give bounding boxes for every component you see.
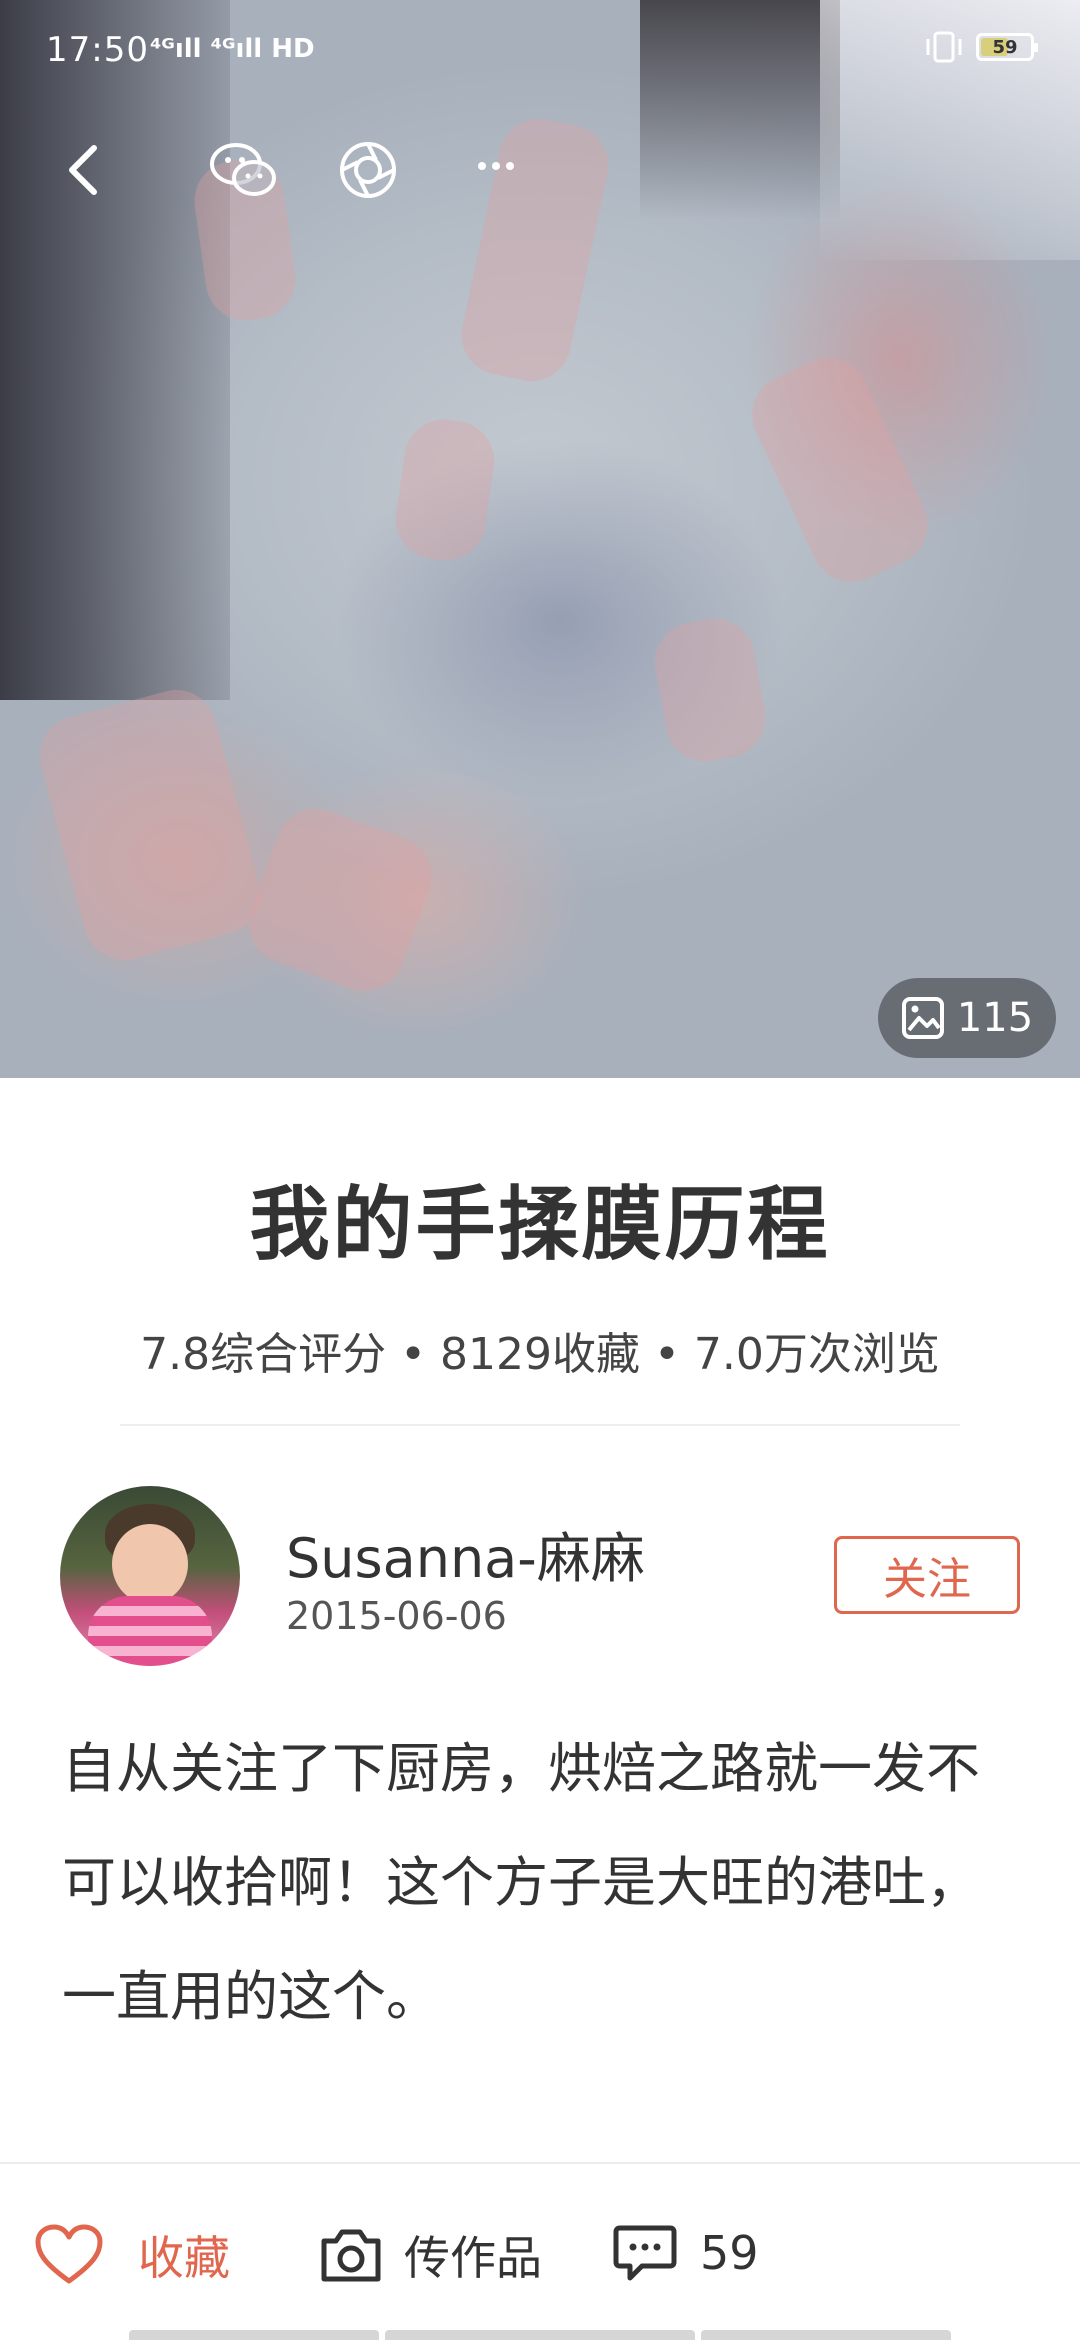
bottom-action-bar: 收藏 传作品 59 [0, 2162, 1080, 2340]
status-right: 59 [924, 30, 1038, 64]
chevron-left-icon [69, 145, 97, 195]
image-icon [901, 997, 944, 1039]
battery-level: 59 [992, 36, 1018, 58]
recipe-title: 我的手揉膜历程 [249, 1178, 831, 1271]
status-time: 17:50 [46, 30, 149, 70]
more-button[interactable] [456, 130, 536, 210]
comment-count: 59 [700, 2226, 759, 2280]
edge-tab [385, 2330, 695, 2340]
author-name[interactable]: Susanna-麻麻 [286, 1514, 645, 1593]
share-moments-button[interactable] [328, 130, 408, 210]
upload-work-label: 传作品 [404, 2231, 542, 2285]
share-wechat-button[interactable] [204, 130, 284, 210]
bottom-edge-tabs [0, 2330, 1080, 2340]
comment-icon [613, 2225, 677, 2281]
camera-icon [321, 2229, 381, 2282]
follow-button[interactable]: 关注 [834, 1536, 1020, 1614]
favorite-label: 收藏 [138, 2231, 230, 2285]
image-detail [739, 344, 941, 596]
favorite-button[interactable]: 收藏 [34, 2222, 230, 2288]
edge-tab [701, 2330, 951, 2340]
avatar-face [112, 1524, 188, 1604]
image-detail [30, 680, 270, 970]
signal-indicator: ⁴ᴳıll ⁴ᴳıll HD [150, 34, 315, 64]
upload-work-button[interactable]: 传作品 [318, 2222, 542, 2288]
image-detail [390, 414, 500, 566]
comment-button[interactable]: 59 [612, 2222, 759, 2284]
author-date: 2015-06-06 [286, 1594, 507, 1638]
recipe-cover-image[interactable]: 17:50 ⁴ᴳıll ⁴ᴳıll HD 59 115 [0, 0, 1080, 1078]
more-dots-icon [478, 162, 514, 170]
recipe-description: 自从关注了下厨房，烘焙之路就一发不可以收拾啊！这个方子是大旺的港吐，一直用的这个… [62, 1737, 980, 2028]
photo-count-badge[interactable]: 115 [878, 978, 1056, 1058]
photo-count: 115 [956, 995, 1034, 1041]
divider [120, 1424, 960, 1426]
wechat-icon [210, 143, 276, 196]
camera-shutter-icon [340, 142, 396, 198]
battery-cap [1034, 43, 1038, 52]
battery-icon: 59 [976, 33, 1038, 61]
recipe-stats: 7.8综合评分 • 8129收藏 • 7.0万次浏览 [140, 1329, 940, 1380]
image-detail [648, 612, 772, 768]
heart-icon [35, 2224, 103, 2284]
image-detail [237, 797, 443, 1003]
avatar-body [88, 1596, 212, 1666]
vibrate-icon [926, 31, 962, 63]
status-bar: 17:50 ⁴ᴳıll ⁴ᴳıll HD 59 [0, 0, 1080, 110]
edge-tab [129, 2330, 379, 2340]
back-button[interactable] [44, 130, 124, 210]
author-avatar[interactable] [60, 1486, 240, 1666]
